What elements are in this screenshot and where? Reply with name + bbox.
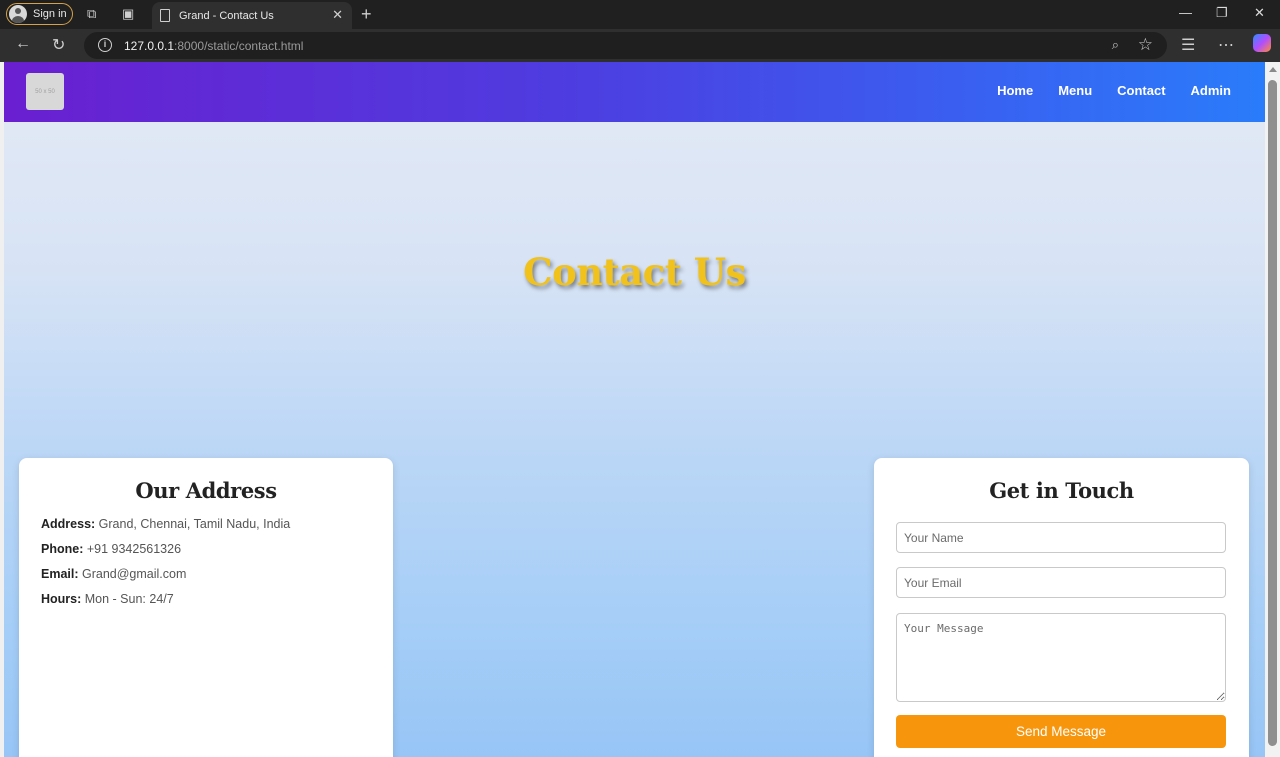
restore-icon[interactable]: ❐ xyxy=(1216,5,1228,21)
nav-menu[interactable]: Menu xyxy=(1058,83,1092,98)
page-viewport: 50 x 50 Home Menu Contact Admin Contact … xyxy=(4,62,1265,757)
more-options-icon[interactable]: ⋯ xyxy=(1218,35,1234,55)
message-input[interactable] xyxy=(896,613,1226,702)
close-window-icon[interactable]: ✕ xyxy=(1254,5,1265,21)
browser-toolbar: ← ↻ i 127.0.0.1:8000/static/contact.html… xyxy=(0,29,1280,62)
phone-row: Phone: +91 9342561326 xyxy=(41,542,182,556)
active-tab[interactable]: Grand - Contact Us ✕ xyxy=(152,2,352,29)
close-tab-icon[interactable]: ✕ xyxy=(332,7,343,23)
nav-admin[interactable]: Admin xyxy=(1191,83,1231,98)
address-bar[interactable]: i 127.0.0.1:8000/static/contact.html ⌕ ☆ xyxy=(84,32,1167,59)
scrollbar-thumb[interactable] xyxy=(1268,80,1277,746)
favorites-icon[interactable]: ☰ xyxy=(1181,35,1195,55)
site-logo[interactable]: 50 x 50 xyxy=(26,73,64,110)
new-tab-icon[interactable]: + xyxy=(361,4,372,25)
address-heading: Our Address xyxy=(135,478,277,503)
favorite-star-icon[interactable]: ☆ xyxy=(1138,35,1153,55)
contact-form-card: Get in Touch Send Message xyxy=(874,458,1249,757)
address-details: Address: Grand, Chennai, Tamil Nadu, Ind… xyxy=(41,517,393,606)
page-icon xyxy=(160,9,170,22)
browser-tab-bar: Sign in ⧉ ▣ Grand - Contact Us ✕ + — ❐ ✕ xyxy=(0,0,1280,29)
send-message-button[interactable]: Send Message xyxy=(896,715,1226,748)
page-scrollbar[interactable] xyxy=(1265,62,1280,757)
copilot-icon[interactable] xyxy=(1253,34,1271,52)
back-icon[interactable]: ← xyxy=(15,35,31,53)
address-row: Address: Grand, Chennai, Tamil Nadu, Ind… xyxy=(41,517,291,531)
name-input[interactable] xyxy=(896,522,1226,553)
main-nav: Home Menu Contact Admin xyxy=(972,83,1231,98)
url-text: 127.0.0.1:8000/static/contact.html xyxy=(124,39,304,53)
address-card: Our Address Address: Grand, Chennai, Tam… xyxy=(19,458,393,757)
tab-title: Grand - Contact Us xyxy=(179,9,274,22)
tab-actions-icon[interactable]: ▣ xyxy=(122,6,134,22)
sign-in-label: Sign in xyxy=(33,8,67,20)
refresh-icon[interactable]: ↻ xyxy=(52,35,65,55)
scroll-up-icon[interactable] xyxy=(1269,67,1277,72)
nav-home[interactable]: Home xyxy=(997,83,1033,98)
email-input[interactable] xyxy=(896,567,1226,598)
profile-icon xyxy=(9,5,27,23)
contact-heading: Get in Touch xyxy=(989,478,1134,503)
workspaces-icon[interactable]: ⧉ xyxy=(87,6,96,22)
sign-in-button[interactable]: Sign in xyxy=(6,3,73,25)
minimize-icon[interactable]: — xyxy=(1179,5,1192,20)
site-header: 50 x 50 Home Menu Contact Admin xyxy=(4,62,1265,122)
zoom-icon[interactable]: ⌕ xyxy=(1112,37,1119,53)
page-title: Contact Us xyxy=(523,250,746,294)
hours-row: Hours: Mon - Sun: 24/7 xyxy=(41,592,174,606)
email-row: Email: Grand@gmail.com xyxy=(41,567,187,581)
site-info-icon[interactable]: i xyxy=(98,38,112,52)
nav-contact[interactable]: Contact xyxy=(1117,83,1165,98)
